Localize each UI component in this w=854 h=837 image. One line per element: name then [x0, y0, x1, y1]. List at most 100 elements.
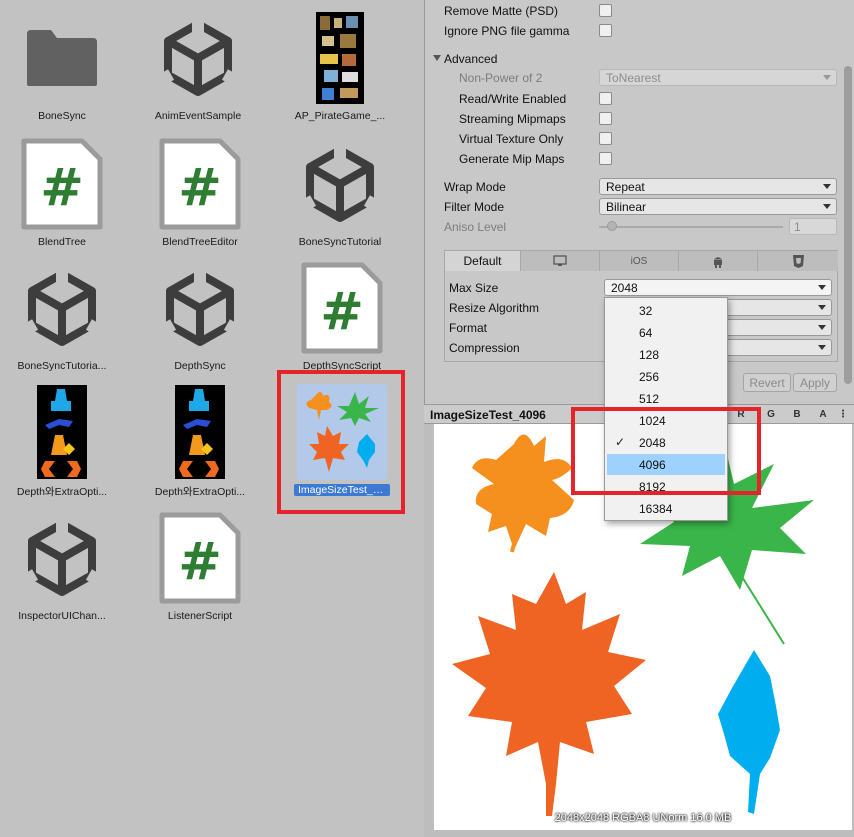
size-option-1024[interactable]: 1024	[607, 410, 725, 431]
orange-leaf	[472, 434, 574, 553]
apply-button[interactable]: Apply	[793, 373, 837, 392]
streaming-mips-row: Streaming Mipmaps	[425, 109, 854, 129]
inspector-scrollbar[interactable]	[844, 66, 852, 384]
asset-bonesynctutoria2[interactable]: BoneSyncTutoria...	[0, 254, 124, 378]
asset-bonesync-folder[interactable]: BoneSync	[0, 4, 124, 128]
csharp-script-icon: #	[17, 136, 107, 232]
asset-name: BoneSyncTutoria...	[17, 360, 107, 372]
asset-bonesynctutorial[interactable]: BoneSyncTutorial	[278, 130, 402, 254]
preview-title: ImageSizeTest_4096	[430, 408, 546, 422]
channel-g-button[interactable]: G	[760, 406, 782, 423]
asset-depthsync[interactable]: DepthSync	[138, 254, 262, 378]
chevron-down-icon	[818, 325, 826, 330]
filter-mode-dropdown[interactable]: Bilinear	[599, 198, 837, 215]
filter-mode-value: Bilinear	[606, 200, 647, 214]
resize-algorithm-label: Resize Algorithm	[449, 301, 540, 315]
leaves-texture-thumbnail	[297, 384, 387, 480]
asset-depth-extra-2[interactable]: Depth와ExtraOpti...	[138, 378, 262, 502]
size-option-32[interactable]: 32	[607, 300, 725, 321]
monitor-icon	[553, 255, 567, 266]
asset-listenerscript[interactable]: # ListenerScript	[138, 504, 262, 628]
chevron-down-icon	[818, 305, 826, 310]
csharp-script-icon: #	[297, 260, 387, 356]
asset-inspectoruichan[interactable]: InspectorUIChan...	[0, 504, 124, 628]
tab-default-label: Default	[463, 254, 502, 268]
max-size-dropdown[interactable]: 2048	[604, 279, 832, 296]
channel-a-button[interactable]: A	[812, 406, 834, 423]
npot-value: ToNearest	[606, 71, 661, 85]
filter-mode-row: Filter Mode Bilinear	[425, 197, 854, 217]
max-size-popup-list: 32 64 128 256 512 1024 ✓ 2048 4096 8192 …	[604, 297, 728, 521]
gen-mips-checkbox[interactable]	[599, 152, 612, 165]
size-option-128[interactable]: 128	[607, 344, 725, 365]
tab-webgl[interactable]	[758, 251, 838, 271]
chevron-down-icon	[818, 345, 826, 350]
svg-text:#: #	[320, 282, 364, 342]
aniso-slider-track[interactable]	[599, 226, 783, 228]
virtual-texture-row: Virtual Texture Only	[425, 129, 854, 149]
read-write-row: Read/Write Enabled	[425, 89, 854, 109]
sprite-thumbnail	[155, 384, 245, 480]
svg-text:#: #	[40, 158, 84, 218]
channel-b-button[interactable]: B	[786, 406, 808, 423]
gen-mips-row: Generate Mip Maps	[425, 149, 854, 169]
advanced-foldout[interactable]: Advanced	[425, 49, 854, 69]
ignore-gamma-checkbox[interactable]	[599, 24, 612, 37]
wrap-mode-label: Wrap Mode	[444, 180, 506, 194]
sprite-sheet-thumbnail	[295, 10, 385, 106]
tab-default[interactable]: Default	[445, 251, 521, 271]
wrap-mode-dropdown[interactable]: Repeat	[599, 178, 837, 195]
read-write-checkbox[interactable]	[599, 92, 612, 105]
size-option-64[interactable]: 64	[607, 322, 725, 343]
asset-name: BoneSync	[38, 110, 86, 122]
sprite-thumbnail	[17, 384, 107, 480]
size-option-256[interactable]: 256	[607, 366, 725, 387]
size-option-4096[interactable]: 4096	[607, 454, 725, 475]
asset-name: DepthSyncScript	[302, 360, 382, 372]
aniso-level-row: Aniso Level 1	[425, 217, 854, 237]
project-panel: BoneSync AnimEventSample AP_PirateGame_.…	[0, 0, 424, 837]
revert-button[interactable]: Revert	[743, 373, 791, 392]
ignore-gamma-row: Ignore PNG file gamma	[425, 21, 854, 41]
aniso-slider-handle[interactable]	[607, 221, 617, 231]
asset-name: BlendTreeEditor	[162, 236, 238, 248]
size-option-2048[interactable]: ✓ 2048	[607, 432, 725, 453]
channel-r-button[interactable]: R	[730, 406, 752, 423]
remove-matte-checkbox[interactable]	[599, 4, 612, 17]
foldout-arrow-icon	[433, 55, 441, 61]
html5-icon	[792, 254, 804, 268]
red-orange-leaf	[452, 572, 646, 816]
npot-dropdown[interactable]: ToNearest	[599, 69, 837, 86]
tab-ios[interactable]: iOS	[600, 251, 679, 271]
asset-animeventsample[interactable]: AnimEventSample	[136, 4, 260, 128]
chevron-down-icon	[823, 184, 831, 189]
gen-mips-label: Generate Mip Maps	[459, 152, 565, 166]
chevron-down-icon	[818, 285, 826, 290]
asset-depth-extra-1[interactable]: Depth와ExtraOpti...	[0, 378, 124, 502]
more-options-icon[interactable]: ⋮	[836, 406, 850, 423]
size-option-8192[interactable]: 8192	[607, 476, 725, 497]
asset-name: ListenerScript	[167, 610, 233, 622]
aniso-level-label: Aniso Level	[444, 220, 507, 234]
size-option-16384[interactable]: 16384	[607, 498, 725, 519]
max-size-row: Max Size 2048	[445, 278, 837, 298]
streaming-mips-checkbox[interactable]	[599, 112, 612, 125]
asset-depthsyncscript[interactable]: # DepthSyncScript	[280, 254, 404, 378]
max-size-value: 2048	[611, 281, 638, 295]
asset-blendtree[interactable]: # BlendTree	[0, 130, 124, 254]
virtual-texture-checkbox[interactable]	[599, 132, 612, 145]
remove-matte-row: Remove Matte (PSD)	[425, 1, 854, 21]
chevron-down-icon	[823, 204, 831, 209]
asset-name: ImageSizeTest_4...	[294, 484, 390, 496]
android-icon	[714, 256, 722, 268]
size-option-512[interactable]: 512	[607, 388, 725, 409]
chevron-down-icon	[823, 75, 831, 80]
folder-icon	[17, 10, 107, 106]
asset-imagesizetest[interactable]: ImageSizeTest_4...	[280, 378, 404, 502]
asset-ap-pirategame[interactable]: AP_PirateGame_...	[278, 4, 402, 128]
aniso-value-field[interactable]: 1	[789, 218, 837, 235]
tab-android[interactable]	[679, 251, 758, 271]
blue-leaf	[718, 650, 780, 814]
tab-standalone[interactable]	[521, 251, 600, 271]
asset-blendtreeeditor[interactable]: # BlendTreeEditor	[138, 130, 262, 254]
